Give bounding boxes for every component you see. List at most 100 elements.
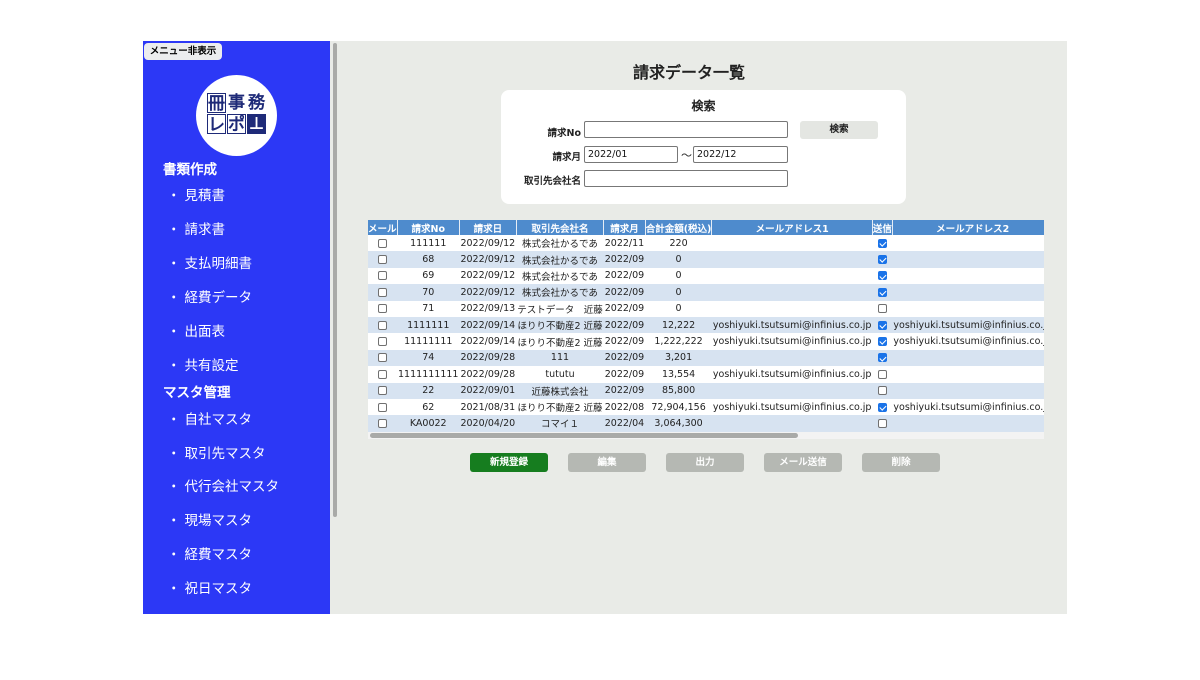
column-header-email2[interactable]: メールアドレス2 — [892, 220, 1044, 235]
table-row[interactable]: 1111111 2022/09/14 ほりり不動産2 近藤 2022/09 12,222… — [368, 316, 1044, 334]
table-row[interactable]: 11111111 2022/09/14 ほりり不動産2 近藤 2022/09 1,222… — [368, 333, 1044, 350]
checkbox-checked-icon[interactable] — [877, 255, 887, 265]
checkbox-unchecked-icon[interactable] — [877, 418, 887, 428]
invoice-month-cell: 2022/09 — [603, 366, 646, 383]
sidebar-item-clients[interactable]: ・取引先マスタ — [167, 442, 266, 462]
table-row[interactable]: 22 2022/09/01 近藤株式会社 2022/09 85,800 — [368, 382, 1044, 399]
client-name-cell: tututu — [516, 366, 604, 383]
client-name-cell: 株式会社かるであ — [516, 235, 604, 252]
scrollbar-thumb[interactable] — [370, 433, 798, 438]
edit-button[interactable]: 編集 — [568, 453, 646, 472]
checkbox-unchecked-icon[interactable] — [378, 287, 387, 297]
nav-bullet: ・ — [167, 547, 181, 563]
sent1-cell — [872, 333, 893, 350]
sidebar-item-sharing[interactable]: ・共有設定 — [167, 354, 239, 374]
checkbox-unchecked-icon[interactable] — [378, 238, 387, 248]
table-row[interactable]: 1111111111 2022/09/28 tututu 2022/09 13,554 y… — [368, 366, 1044, 383]
client-name-cell: 111 — [516, 349, 604, 367]
sidebar-item-label: 共有設定 — [184, 358, 239, 374]
checkbox-unchecked-icon[interactable] — [877, 386, 887, 396]
checkbox-unchecked-icon[interactable] — [378, 271, 387, 281]
column-header-email1[interactable]: メールアドレス1 — [711, 220, 873, 235]
total-amount-cell: 1,222,222 — [645, 333, 712, 350]
checkbox-unchecked-icon[interactable] — [877, 369, 887, 379]
column-header-invoice-month[interactable]: 請求月 — [603, 220, 646, 235]
invoice-month-cell: 2022/09 — [603, 267, 646, 285]
table-row[interactable]: 70 2022/09/12 株式会社かるであ 2022/09 0 — [368, 284, 1044, 301]
sidebar-scrollbar[interactable] — [333, 43, 337, 517]
total-amount-cell: 13,554 — [645, 366, 712, 383]
delete-button[interactable]: 削除 — [862, 453, 940, 472]
table-row[interactable]: KA0022 2020/04/20 コマイ１ 2022/04 3,064,300 — [368, 415, 1044, 432]
table-row[interactable]: 74 2022/09/28 111 2022/09 3,201 — [368, 349, 1044, 367]
checkbox-unchecked-icon[interactable] — [378, 402, 387, 412]
checkbox-unchecked-icon[interactable] — [378, 255, 387, 265]
sidebar-item-own-company[interactable]: ・自社マスタ — [167, 408, 252, 428]
sidebar-item-label: 祝日マスタ — [184, 581, 253, 597]
sidebar-item-site[interactable]: ・現場マスタ — [167, 509, 252, 529]
sidebar-item-attendance[interactable]: ・出面表 — [167, 320, 225, 340]
checkbox-checked-icon[interactable] — [877, 271, 887, 281]
page-title: 請求データ一覧 — [633, 63, 746, 82]
invoice-date-cell: 2022/09/14 — [459, 316, 517, 334]
table-row[interactable]: 111111 2022/09/12 株式会社かるであ 2022/11 220 — [368, 235, 1044, 252]
output-button[interactable]: 出力 — [666, 453, 744, 472]
send-mail-button[interactable]: メール送信 — [764, 453, 842, 472]
table-row[interactable]: 71 2022/09/13 テストデータ 近藤 2022/09 0 — [368, 300, 1044, 317]
column-header-client[interactable]: 取引先会社名 — [516, 220, 605, 235]
checkbox-checked-icon[interactable] — [877, 238, 887, 248]
client-name-cell: 株式会社かるであ — [516, 284, 604, 301]
checkbox-checked-icon[interactable] — [877, 353, 887, 363]
month-from-input[interactable]: 2022/01 — [584, 146, 678, 163]
checkbox-checked-icon[interactable] — [877, 337, 887, 347]
column-header-total[interactable]: 合計金額(税込) — [645, 220, 713, 235]
column-header-sent1[interactable]: 送信 — [872, 220, 893, 235]
nav-bullet: ・ — [167, 412, 181, 428]
checkbox-unchecked-icon[interactable] — [378, 320, 387, 330]
email2-cell: yoshiyuki.tsutsumi@infinius.co.jp — [892, 333, 1044, 350]
menu-toggle-button[interactable]: メニュー非表示 — [144, 43, 222, 60]
email2-cell — [892, 267, 1044, 285]
checkbox-checked-icon[interactable] — [877, 287, 887, 297]
table-row[interactable]: 68 2022/09/12 株式会社かるであ 2022/09 0 — [368, 251, 1044, 268]
checkbox-unchecked-icon[interactable] — [378, 304, 387, 314]
table-horizontal-scrollbar[interactable] — [368, 432, 1044, 439]
table-row[interactable]: 62 2021/08/31 ほりり不動産2 近藤 2022/08 72,904,156 y… — [368, 398, 1044, 416]
sidebar-item-expense-master[interactable]: ・経費マスタ — [167, 543, 252, 563]
checkbox-unchecked-icon[interactable] — [378, 337, 387, 347]
checkbox-unchecked-icon[interactable] — [378, 418, 387, 428]
checkbox-unchecked-icon[interactable] — [877, 304, 887, 314]
column-header-invoice-date[interactable]: 請求日 — [459, 220, 517, 235]
table-row[interactable]: 69 2022/09/12 株式会社かるであ 2022/09 0 — [368, 267, 1044, 285]
invoice-month-cell: 2022/11 — [603, 235, 646, 252]
table-body: 111111 2022/09/12 株式会社かるであ 2022/11 220 68 2022… — [368, 235, 1044, 432]
column-header-mail[interactable]: メール — [368, 220, 398, 235]
month-to-input[interactable]: 2022/12 — [693, 146, 788, 163]
checkbox-checked-icon[interactable] — [877, 402, 887, 412]
sidebar-item-agency[interactable]: ・代行会社マスタ — [167, 475, 279, 495]
email1-cell — [711, 382, 873, 399]
sent1-cell — [872, 366, 893, 383]
checkbox-unchecked-icon[interactable] — [378, 353, 387, 363]
invoice-table-container: メール 請求No 請求日 取引先会社名 請求月 合計金額(税込) メールアドレス… — [368, 220, 1044, 439]
checkbox-checked-icon[interactable] — [877, 320, 887, 330]
search-button[interactable]: 検索 — [800, 121, 878, 139]
new-record-button[interactable]: 新規登録 — [470, 453, 548, 472]
invoice-month-cell: 2022/09 — [603, 300, 646, 317]
checkbox-unchecked-icon[interactable] — [378, 369, 387, 379]
sidebar-item-estimate[interactable]: ・見積書 — [167, 184, 225, 204]
column-header-invoice-no[interactable]: 請求No — [397, 220, 460, 235]
invoice-no-input[interactable] — [584, 121, 788, 138]
sidebar-item-holiday[interactable]: ・祝日マスタ — [167, 577, 252, 597]
sidebar-item-invoice[interactable]: ・請求書 — [167, 218, 225, 238]
sidebar-item-expense-data[interactable]: ・経費データ — [167, 286, 252, 306]
checkbox-unchecked-icon[interactable] — [378, 386, 387, 396]
client-name-input[interactable] — [584, 170, 788, 187]
nav-bullet: ・ — [167, 446, 181, 462]
nav-section-documents: 書類作成 — [163, 162, 217, 178]
invoice-date-cell: 2022/09/13 — [459, 300, 517, 317]
client-name-label: 取引先会社名 — [523, 176, 581, 187]
sidebar-item-payment-statement[interactable]: ・支払明細書 — [167, 252, 252, 272]
client-name-cell: ほりり不動産2 近藤 — [516, 333, 604, 350]
mail-select-cell — [368, 267, 398, 285]
